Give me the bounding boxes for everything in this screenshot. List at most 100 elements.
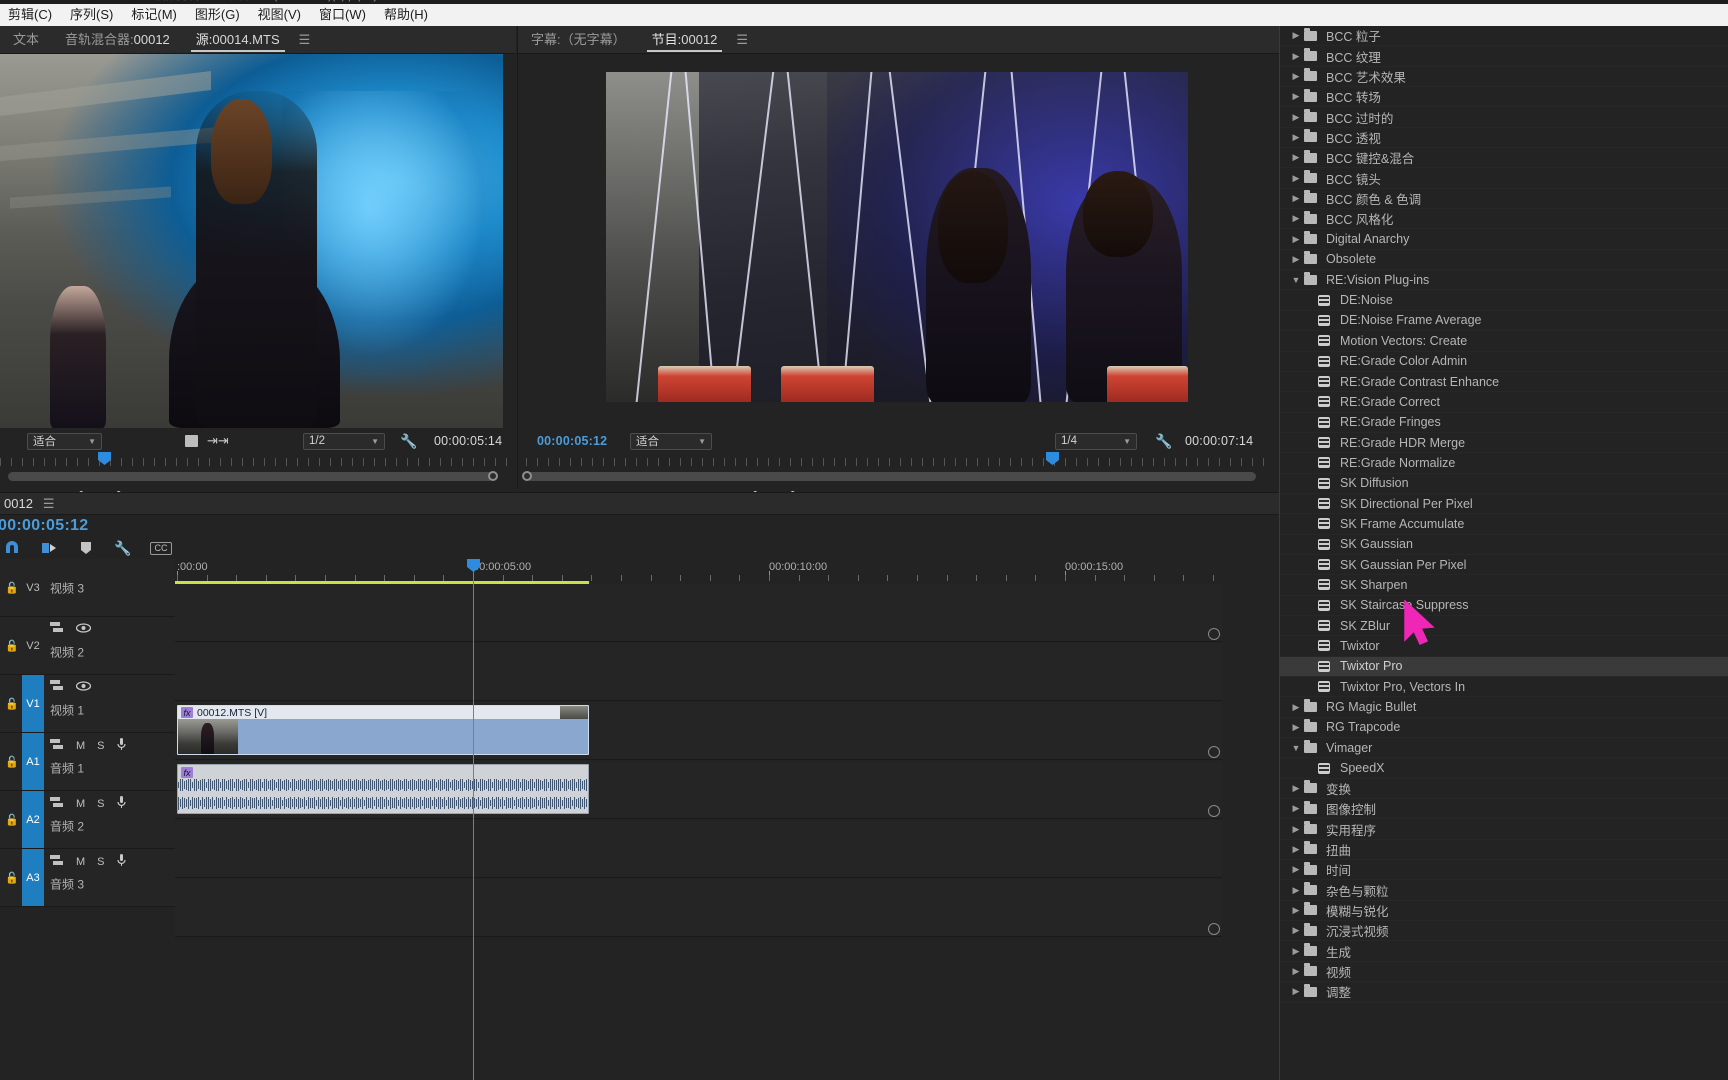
track-visibility-eye-icon[interactable] xyxy=(75,680,92,694)
effects-folder-row[interactable]: ▶ BCC 颜色 & 色调 xyxy=(1280,189,1728,210)
tab-captions[interactable]: 字幕:（无字幕） xyxy=(518,26,639,54)
effects-folder-row[interactable]: ▶ BCC 转场 xyxy=(1280,87,1728,108)
source-settings-icon[interactable]: ⇥⇥ xyxy=(207,433,229,449)
snap-toggle-icon[interactable] xyxy=(2,539,22,557)
effects-folder-row[interactable]: ▶ BCC 透视 xyxy=(1280,128,1728,149)
effects-item-row[interactable]: Twixtor Pro xyxy=(1280,656,1728,677)
effects-folder-row[interactable]: ▶ 生成 xyxy=(1280,941,1728,962)
timeline-lane-a2[interactable] xyxy=(175,820,1222,878)
track-target-toggle[interactable]: A1 xyxy=(22,733,44,790)
track-header-a1[interactable]: 🔓 A1 M S 音频 1 xyxy=(0,733,175,791)
track-voiceover-mic-icon[interactable] xyxy=(116,738,126,753)
effects-item-row[interactable]: RE:Grade Correct xyxy=(1280,392,1728,413)
timeline-settings-wrench-icon[interactable]: 🔧 xyxy=(113,539,133,557)
effects-folder-row[interactable]: ▶ Digital Anarchy xyxy=(1280,229,1728,250)
menu-item-4[interactable]: 视图(V) xyxy=(249,4,310,26)
chevron-right-icon[interactable]: ▶ xyxy=(1288,803,1304,814)
track-target-toggle[interactable]: A2 xyxy=(22,791,44,848)
effects-panel[interactable]: ▶ BCC 粒子 ▶ BCC 纹理 ▶ BCC 艺术效果 ▶ BCC 转场 ▶ BCC 过时的 ▶ B… xyxy=(1279,26,1728,1080)
lock-icon[interactable]: 🔓 xyxy=(5,871,19,884)
effects-folder-row[interactable]: ▶ 杂色与颗粒 xyxy=(1280,880,1728,901)
chevron-down-icon[interactable]: ▼ xyxy=(1288,743,1304,753)
source-output-icon[interactable] xyxy=(185,435,198,447)
effects-folder-row[interactable]: ▼ Vimager xyxy=(1280,738,1728,759)
track-target-toggle[interactable]: V3 xyxy=(22,559,44,616)
program-resolution-dropdown[interactable]: 1/4 ▼ xyxy=(1055,432,1137,450)
chevron-right-icon[interactable]: ▶ xyxy=(1288,925,1304,936)
effects-folder-row[interactable]: ▶ 调整 xyxy=(1280,982,1728,1003)
chevron-right-icon[interactable]: ▶ xyxy=(1288,51,1304,62)
sync-lock-icon[interactable] xyxy=(50,796,64,811)
tab-sequence[interactable]: 0012 xyxy=(0,493,37,515)
effects-item-row[interactable]: DE:Noise xyxy=(1280,290,1728,311)
effects-item-row[interactable]: SK Frame Accumulate xyxy=(1280,514,1728,535)
lock-icon[interactable]: 🔓 xyxy=(5,697,19,710)
menu-item-3[interactable]: 图形(G) xyxy=(186,4,249,26)
track-mute-button[interactable]: M xyxy=(76,856,85,868)
track-visibility-eye-icon[interactable] xyxy=(75,622,92,636)
timeline-lane-v3[interactable] xyxy=(175,584,1222,642)
effects-folder-row[interactable]: ▶ 图像控制 xyxy=(1280,799,1728,820)
effects-folder-row[interactable]: ▶ BCC 艺术效果 xyxy=(1280,67,1728,88)
timeline-playhead-timecode[interactable]: 00:00:05:12 xyxy=(0,517,88,535)
tab-text[interactable]: 文本 xyxy=(0,26,52,54)
track-header-a3[interactable]: 🔓 A3 M S 音频 3 xyxy=(0,849,175,907)
timeline-ruler[interactable]: :00:00 00:00:05:00 00:00:10:00 00:00:15:00 xyxy=(175,559,1222,581)
source-scrub-ruler[interactable] xyxy=(0,452,516,466)
effects-item-row[interactable]: RE:Grade Normalize xyxy=(1280,453,1728,474)
source-duration-timecode[interactable]: 00:00:05:14 xyxy=(434,434,502,448)
effects-item-row[interactable]: Twixtor Pro, Vectors In xyxy=(1280,677,1728,698)
track-header-a2[interactable]: 🔓 A2 M S 音频 2 xyxy=(0,791,175,849)
effects-folder-row[interactable]: ▶ 视频 xyxy=(1280,962,1728,983)
linked-selection-toggle-icon[interactable] xyxy=(39,539,59,557)
program-panel-menu-icon[interactable]: ☰ xyxy=(730,32,754,48)
effects-folder-row[interactable]: ▼ RE:Vision Plug-ins xyxy=(1280,270,1728,291)
track-controls[interactable] xyxy=(50,622,92,636)
timeline-lane-v2[interactable] xyxy=(175,643,1222,701)
chevron-right-icon[interactable]: ▶ xyxy=(1288,152,1304,163)
effects-item-row[interactable]: RE:Grade Color Admin xyxy=(1280,352,1728,372)
audio-clip[interactable]: fx xyxy=(177,764,589,814)
effects-item-row[interactable]: DE:Noise Frame Average xyxy=(1280,311,1728,332)
track-header-v2[interactable]: 🔓 V2 视频 2 xyxy=(0,617,175,675)
track-mute-button[interactable]: M xyxy=(76,740,85,752)
effects-item-row[interactable]: Twixtor xyxy=(1280,636,1728,657)
lock-icon[interactable]: 🔓 xyxy=(5,813,19,826)
chevron-right-icon[interactable]: ▶ xyxy=(1288,71,1304,82)
track-target-toggle[interactable]: V1 xyxy=(22,675,44,732)
tab-audio-track-mixer[interactable]: 音轨混合器:00012 xyxy=(52,26,183,54)
track-target-toggle[interactable]: A3 xyxy=(22,849,44,906)
source-zoom-scrollbar[interactable] xyxy=(8,471,498,481)
effects-folder-row[interactable]: ▶ BCC 过时的 xyxy=(1280,107,1728,128)
chevron-right-icon[interactable]: ▶ xyxy=(1288,844,1304,855)
program-duration-timecode[interactable]: 00:00:07:14 xyxy=(1185,434,1253,448)
effects-item-row[interactable]: SK Staircase Suppress xyxy=(1280,596,1728,616)
effects-item-row[interactable]: RE:Grade Contrast Enhance xyxy=(1280,372,1728,393)
track-voiceover-mic-icon[interactable] xyxy=(116,854,126,869)
effects-folder-row[interactable]: ▶ 变换 xyxy=(1280,779,1728,800)
tab-source[interactable]: 源:00014.MTS xyxy=(183,26,293,54)
sync-lock-icon[interactable] xyxy=(50,854,64,869)
effects-folder-row[interactable]: ▶ BCC 粒子 xyxy=(1280,26,1728,47)
source-fit-dropdown[interactable]: 适合 ▼ xyxy=(27,432,102,450)
program-settings-wrench-icon[interactable]: 🔧 xyxy=(1155,433,1172,450)
track-keyframe-dot[interactable] xyxy=(1208,628,1220,640)
track-controls[interactable]: MS xyxy=(50,738,126,753)
effects-tree[interactable]: ▶ BCC 粒子 ▶ BCC 纹理 ▶ BCC 艺术效果 ▶ BCC 转场 ▶ BCC 过时的 ▶ B… xyxy=(1280,26,1728,1003)
chevron-right-icon[interactable]: ▶ xyxy=(1288,885,1304,896)
effects-folder-row[interactable]: ▶ BCC 纹理 xyxy=(1280,46,1728,67)
program-fit-dropdown[interactable]: 适合 ▼ xyxy=(630,432,712,450)
chevron-right-icon[interactable]: ▶ xyxy=(1288,946,1304,957)
source-video-frame[interactable] xyxy=(0,54,503,428)
timeline-panel-menu-icon[interactable]: ☰ xyxy=(37,496,61,512)
track-keyframe-dot[interactable] xyxy=(1208,746,1220,758)
menu-item-5[interactable]: 窗口(W) xyxy=(310,4,375,26)
program-zoom-scrollbar[interactable] xyxy=(522,471,1256,481)
chevron-right-icon[interactable]: ▶ xyxy=(1288,132,1304,143)
chevron-right-icon[interactable]: ▶ xyxy=(1288,112,1304,123)
chevron-right-icon[interactable]: ▶ xyxy=(1288,30,1304,41)
effects-item-row[interactable]: SK Gaussian xyxy=(1280,535,1728,555)
lock-icon[interactable]: 🔓 xyxy=(5,639,19,652)
timeline-track-area[interactable]: :00:00 00:00:05:00 00:00:10:00 00:00:15:00 … xyxy=(175,559,1222,1080)
track-solo-button[interactable]: S xyxy=(97,856,104,868)
